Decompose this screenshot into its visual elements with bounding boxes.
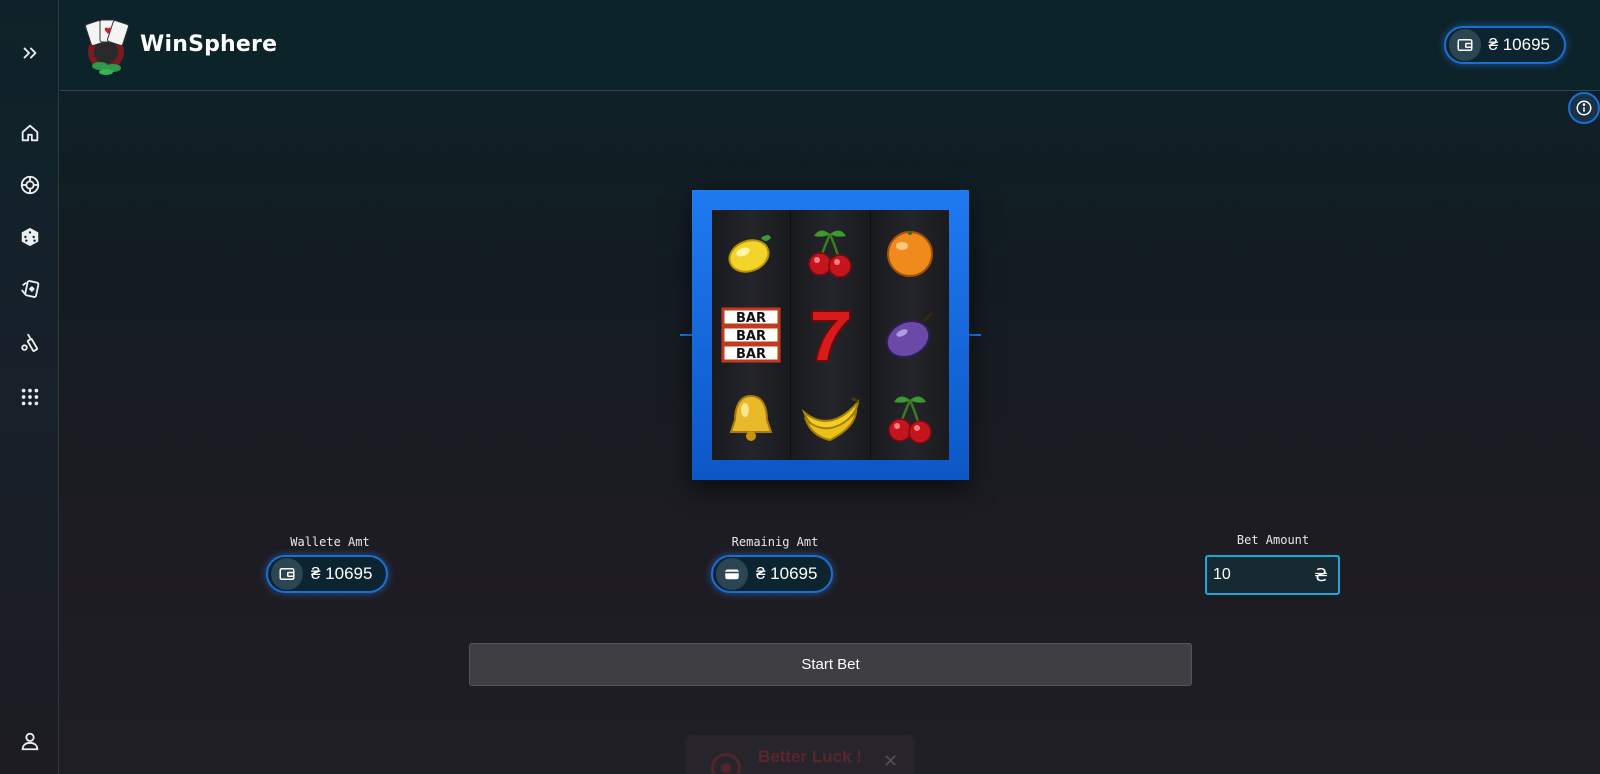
bell-icon xyxy=(719,386,783,450)
remaining-amount-value: ₴ 10695 xyxy=(756,564,818,583)
bar-icon: BAR BAR BAR xyxy=(719,303,783,367)
target-icon xyxy=(711,753,741,774)
roulette-icon[interactable] xyxy=(17,172,43,198)
currency-icon: ₴ xyxy=(1314,564,1328,586)
toast-message: Better Luck ! xyxy=(758,747,862,766)
header-wallet-balance[interactable]: ₴ 10695 xyxy=(1443,26,1566,64)
slot-machine: BAR BAR BAR xyxy=(692,190,969,480)
bet-amount-label: Bet Amount xyxy=(1236,533,1310,547)
dice-icon[interactable] xyxy=(17,224,43,250)
payline-marker-left xyxy=(680,334,692,336)
cards-icon[interactable] xyxy=(17,276,43,302)
brand-logo-icon[interactable]: ♥ xyxy=(80,16,132,76)
brand-name: WinSphere xyxy=(140,32,278,57)
reel-3 xyxy=(870,210,949,460)
wallet-amount-value: ₴ 10695 xyxy=(311,564,373,583)
reel-2 xyxy=(791,210,871,460)
payline-marker-right xyxy=(969,334,981,336)
seven-icon xyxy=(798,303,862,367)
grid-icon[interactable] xyxy=(17,384,43,410)
wallet-amount-label: Wallete Amt xyxy=(290,535,370,549)
close-icon[interactable]: ✕ xyxy=(883,751,898,772)
card-wallet-icon xyxy=(716,558,748,590)
svg-text:♥: ♥ xyxy=(104,27,112,37)
bar-text-3: BAR xyxy=(736,347,766,362)
slot-reels: BAR BAR BAR xyxy=(712,210,949,460)
home-icon[interactable] xyxy=(17,120,43,146)
top-header: ♥ WinSphere ₴ 10695 xyxy=(60,0,1600,91)
bar-text-1: BAR xyxy=(736,311,766,326)
banana-icon xyxy=(798,386,862,450)
start-bet-button[interactable]: Start Bet xyxy=(469,643,1192,686)
reel-1: BAR BAR BAR xyxy=(712,210,792,460)
cherry-icon xyxy=(798,220,862,284)
wallet-amount-display: ₴ 10695 xyxy=(266,555,389,593)
info-icon[interactable] xyxy=(1568,92,1600,124)
remaining-amount-display: ₴ 10695 xyxy=(711,555,834,593)
bet-amount-field[interactable]: ₴ xyxy=(1205,555,1340,595)
header-wallet-amount: ₴ 10695 xyxy=(1488,35,1550,54)
wallet-icon xyxy=(271,558,303,590)
chevrons-right-icon[interactable] xyxy=(17,40,43,66)
orange-icon xyxy=(878,220,942,284)
result-toast: Better Luck ! ✕ xyxy=(685,735,915,774)
cherry-icon xyxy=(878,386,942,450)
sidebar xyxy=(0,0,59,774)
lemon-icon xyxy=(719,220,783,284)
plum-icon xyxy=(878,303,942,367)
bar-text-2: BAR xyxy=(736,329,766,344)
wallet-icon xyxy=(1448,29,1481,61)
remaining-amount-label: Remainig Amt xyxy=(731,535,819,549)
user-icon[interactable] xyxy=(17,728,43,754)
bet-amount-input[interactable] xyxy=(1213,566,1303,584)
cricket-icon[interactable] xyxy=(17,330,43,356)
